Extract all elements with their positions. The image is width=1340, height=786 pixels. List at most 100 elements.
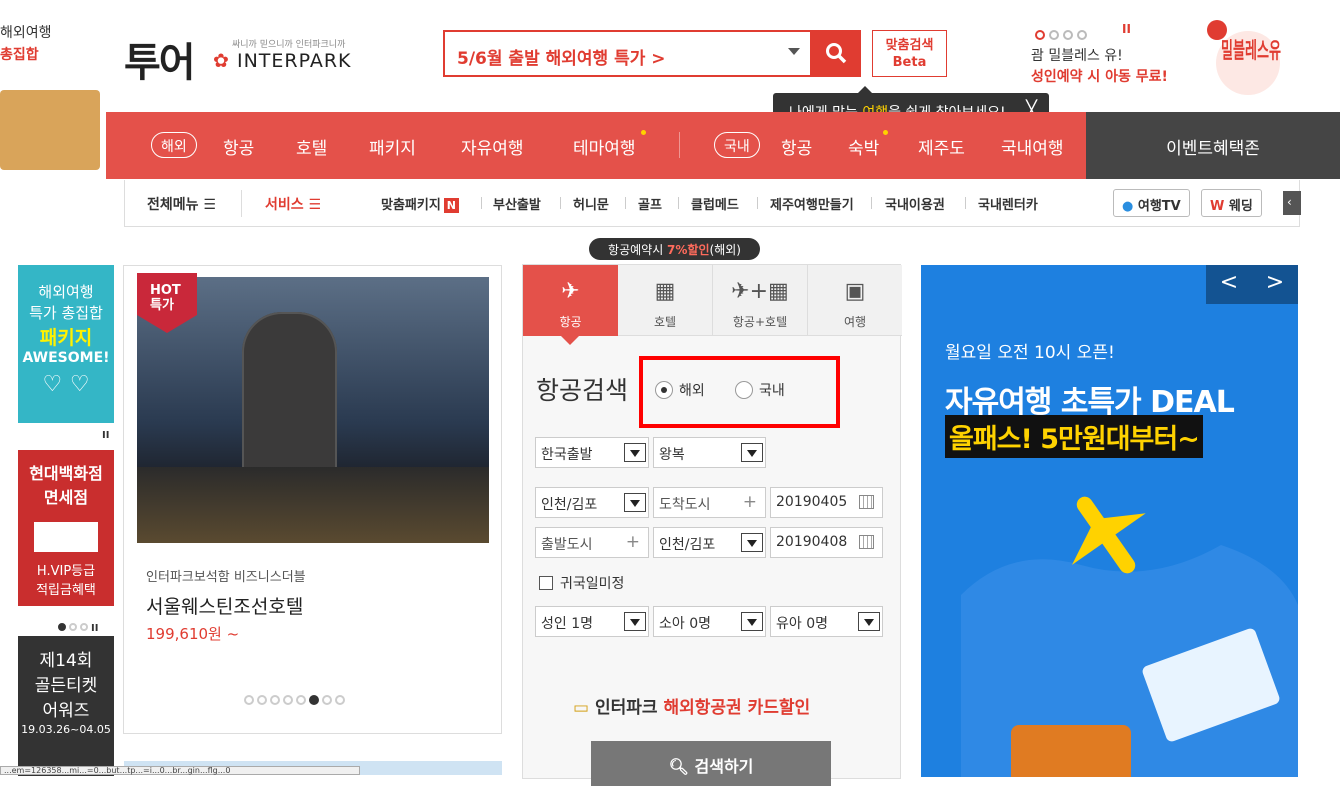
- banner-text: 골든티켓: [34, 676, 98, 696]
- left-banner-dutyfree[interactable]: 현대백화점 면세점 H.VIP등급 적립금혜택: [18, 450, 114, 606]
- tab-flight[interactable]: ✈ 항공: [523, 265, 618, 336]
- travel-tv-button[interactable]: ● 여행TV: [1113, 189, 1190, 217]
- carousel-dot[interactable]: [1035, 30, 1045, 40]
- search-input[interactable]: 5/6월 출발 해외여행 특가 >: [443, 30, 812, 77]
- subnav-item-golf[interactable]: 골프: [638, 194, 662, 213]
- carousel-dot[interactable]: [58, 623, 66, 631]
- pause-icon[interactable]: II: [102, 430, 109, 441]
- nav-domestic-jeju[interactable]: 제주도: [918, 134, 965, 159]
- carousel-dot[interactable]: [244, 695, 254, 705]
- service-menu-button[interactable]: 서비스 ☰: [265, 194, 321, 214]
- return-origin-field[interactable]: 출발도시 +: [535, 527, 649, 558]
- carousel-dot[interactable]: [309, 695, 319, 705]
- tab-flight-hotel[interactable]: ✈+▦ 항공+호텔: [713, 265, 808, 336]
- nav-overseas-flight[interactable]: 항공: [223, 134, 254, 159]
- tab-hotel[interactable]: ▦ 호텔: [618, 265, 713, 336]
- plus-icon[interactable]: +: [626, 532, 640, 552]
- pause-icon[interactable]: II: [1122, 22, 1131, 36]
- card-discount-link[interactable]: ▭ 인터파크 해외항공권 카드할인: [573, 693, 810, 718]
- nav-domestic-travel[interactable]: 국내여행: [1001, 134, 1064, 159]
- dropdown-arrow-icon[interactable]: [624, 493, 646, 512]
- return-undecided-checkbox[interactable]: 귀국일미정: [539, 573, 624, 593]
- custom-search-button[interactable]: 맞춤검색 Beta: [872, 30, 947, 77]
- origin-select[interactable]: 인천/김포: [535, 487, 649, 518]
- calendar-icon[interactable]: [859, 535, 874, 549]
- nav-overseas-theme[interactable]: 테마여행: [573, 134, 636, 159]
- gift-card-icon: [34, 522, 98, 552]
- nav-overseas-pill[interactable]: 해외: [151, 132, 197, 158]
- dropdown-arrow-icon[interactable]: [741, 612, 763, 631]
- trip-type-select[interactable]: 왕복: [653, 437, 766, 468]
- nav-domestic-stay[interactable]: 숙박: [848, 134, 879, 159]
- dropdown-arrow-icon[interactable]: [858, 612, 880, 631]
- wedding-button[interactable]: W 웨딩: [1201, 189, 1262, 217]
- subnav-item-voucher[interactable]: 국내이용권: [885, 194, 945, 213]
- all-menu-button[interactable]: 전체메뉴 ☰: [147, 194, 216, 214]
- dropdown-arrow-icon[interactable]: [741, 443, 763, 462]
- dropdown-arrow-icon[interactable]: [624, 443, 646, 462]
- subnav-item-rentcar[interactable]: 국내렌터카: [978, 194, 1038, 213]
- left-banner-golden-ticket[interactable]: 제14회 골든티켓 어워즈 19.03.26~04.05: [18, 636, 114, 776]
- banner-carousel-dots[interactable]: II: [58, 616, 98, 635]
- destination-city-field[interactable]: 도착도시 +: [653, 487, 766, 518]
- carousel-dot[interactable]: [80, 623, 88, 631]
- carousel-dot[interactable]: [322, 695, 332, 705]
- suitcase-icon: ▣: [844, 279, 866, 304]
- nav-overseas-free[interactable]: 자유여행: [461, 134, 524, 159]
- logo-tour[interactable]: 투어: [124, 30, 196, 88]
- carousel-dot[interactable]: [1049, 30, 1059, 40]
- infant-count-select[interactable]: 유아 0명: [770, 606, 883, 637]
- chevron-left-icon[interactable]: ‹: [1283, 191, 1301, 215]
- nav-domestic-pill[interactable]: 국내: [714, 132, 760, 158]
- promo-banner-left[interactable]: 해외여행 총집합: [0, 0, 120, 180]
- return-destination-select[interactable]: 인천/김포: [653, 527, 766, 558]
- nav-overseas-package[interactable]: 패키지: [369, 134, 416, 159]
- subnav-item-custom-package[interactable]: 맞춤패키지 N: [381, 194, 459, 213]
- search-button[interactable]: [812, 30, 861, 77]
- pause-icon[interactable]: II: [91, 623, 98, 634]
- nav-event-zone[interactable]: 이벤트혜택존: [1086, 112, 1340, 179]
- banner-text: 면세점: [43, 488, 89, 507]
- banner-prev-button[interactable]: <: [1206, 265, 1252, 304]
- hotel-carousel-dots[interactable]: [244, 690, 348, 709]
- left-banner-overseas[interactable]: 해외여행 특가 총집합 패키지 AWESOME! ♡ ♡: [18, 265, 114, 423]
- hotel-deal-card[interactable]: HOT 특가 인터파크보석함 비즈니스더블 서울웨스틴조선호텔 199,610원 …: [123, 265, 502, 734]
- dropdown-arrow-icon[interactable]: [624, 612, 646, 631]
- tab-travel[interactable]: ▣ 여행: [808, 265, 902, 336]
- ad-line1[interactable]: 괌 밀블레스 유!: [1031, 45, 1123, 65]
- subnav-item-busan[interactable]: 부산출발: [493, 194, 541, 213]
- carousel-dot[interactable]: [1077, 30, 1087, 40]
- ad-carousel-dots[interactable]: [1035, 25, 1091, 44]
- hotel-name[interactable]: 서울웨스틴조선호텔: [146, 592, 303, 619]
- subnav-item-jeju[interactable]: 제주여행만들기: [770, 194, 854, 213]
- subnav-item-clubmed[interactable]: 클럽메드: [691, 194, 739, 213]
- calendar-icon[interactable]: [859, 495, 874, 509]
- right-promo-banner[interactable]: 월요일 오전 10시 오픈! 자유여행 초특가 DEAL 올패스! 5만원대부터…: [921, 265, 1298, 777]
- promo-line2: 총집합: [0, 47, 39, 63]
- child-count-select[interactable]: 소아 0명: [653, 606, 766, 637]
- plus-icon[interactable]: +: [743, 492, 757, 512]
- ad-logo-text: 밀블레스유: [1221, 39, 1281, 64]
- carousel-dot[interactable]: [296, 695, 306, 705]
- banner-next-button[interactable]: >: [1252, 265, 1298, 304]
- carousel-dot[interactable]: [283, 695, 293, 705]
- subnav-item-honeymoon[interactable]: 허니문: [573, 194, 609, 213]
- ad-line2[interactable]: 성인예약 시 아동 무료!: [1031, 66, 1168, 86]
- dropdown-arrow-icon[interactable]: [741, 533, 763, 552]
- carousel-dot[interactable]: [335, 695, 345, 705]
- carousel-dot[interactable]: [69, 623, 77, 631]
- return-date-field[interactable]: 20190408: [770, 527, 883, 558]
- milblessyou-logo[interactable]: 밀블레스유: [1203, 18, 1293, 98]
- departure-date-field[interactable]: 20190405: [770, 487, 883, 518]
- logo-interpark[interactable]: ✿ INTERPARK: [213, 50, 352, 72]
- field-value: 출발도시: [541, 537, 593, 553]
- search-submit-button[interactable]: 🔍︎ 검색하기: [591, 741, 831, 786]
- carousel-dot[interactable]: [257, 695, 267, 705]
- departure-region-select[interactable]: 한국출발: [535, 437, 649, 468]
- nav-overseas-hotel[interactable]: 호텔: [296, 134, 327, 159]
- carousel-dot[interactable]: [1063, 30, 1073, 40]
- nav-domestic-flight[interactable]: 항공: [781, 134, 812, 159]
- dropdown-arrow-icon[interactable]: [788, 48, 800, 55]
- carousel-dot[interactable]: [270, 695, 280, 705]
- adult-count-select[interactable]: 성인 1명: [535, 606, 649, 637]
